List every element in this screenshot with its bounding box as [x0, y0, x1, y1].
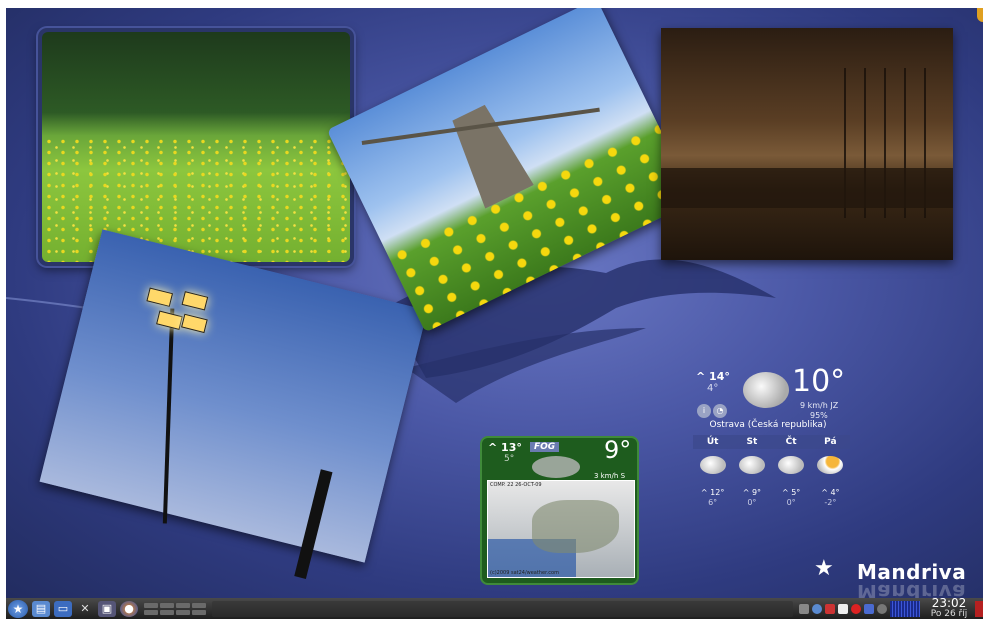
forecast-low: 6°	[708, 498, 718, 507]
weather-humidity: 95%	[810, 411, 828, 420]
clock-date: Po 26 říj	[930, 608, 968, 619]
forecast-low: 0°	[747, 498, 757, 507]
sattelite-icon[interactable]: ◔	[713, 404, 727, 418]
mandriva-star-icon: ★	[814, 556, 835, 581]
forecast-low: -2°	[824, 498, 837, 507]
cpu-monitor[interactable]	[890, 600, 920, 617]
widget2-current-temp: 9°	[604, 436, 632, 464]
volume-icon[interactable]	[799, 603, 809, 614]
rain-cloud-icon	[699, 456, 726, 474]
info-icon[interactable]: i	[697, 404, 711, 418]
widget2-condition: FOG	[530, 442, 560, 452]
forecast-day: Út	[706, 437, 719, 447]
forecast-high: ^ 4°	[821, 488, 840, 497]
forecast-high: ^ 9°	[742, 488, 762, 497]
desktop: ^ 14° 4° i ◔ 10° 9 km/h JZ 95% Ostrava (…	[6, 8, 983, 598]
forecast-day: St	[746, 437, 758, 447]
forecast-day: Čt	[785, 437, 797, 447]
cloud-icon	[738, 456, 765, 474]
weather-map-widget[interactable]: ^ 13° 5° FOG 9° 3 km/h S COMP. 22 26-OCT…	[480, 436, 639, 585]
forecast-days: Út St Čt Pá	[693, 435, 850, 449]
widget2-low: 5°	[504, 454, 515, 464]
power-icon[interactable]	[877, 603, 887, 614]
weather-low: 4°	[707, 383, 719, 394]
satellite-map[interactable]: COMP. 22 26-OCT-09 (c)2009 sat24/weather…	[487, 480, 635, 578]
alert-icon[interactable]	[851, 603, 861, 614]
weather-high: ^ 14°	[696, 370, 730, 383]
fog-icon	[532, 456, 580, 478]
network-icon[interactable]	[812, 603, 822, 614]
device-icon[interactable]	[864, 603, 874, 614]
control-center-icon[interactable]: ▣	[98, 600, 116, 617]
system-tray	[799, 600, 920, 617]
photo-harbor-ship[interactable]	[661, 28, 953, 260]
weather-wind: 9 km/h JZ	[800, 401, 839, 410]
map-credit: (c)2009 sat24/weather.com	[490, 570, 559, 576]
taskbar[interactable]	[212, 600, 793, 617]
photo-meadow	[42, 32, 350, 262]
photo-meadow-frame[interactable]	[38, 28, 354, 266]
map-caption: COMP. 22 26-OCT-09	[490, 482, 542, 488]
cashew-corner-icon[interactable]	[977, 8, 983, 22]
forecast-low: 0°	[786, 498, 796, 507]
forecast-icons	[693, 456, 850, 478]
weather-current-temp: 10°	[792, 364, 846, 399]
weather-widget[interactable]: ^ 14° 4° i ◔ 10° 9 km/h JZ 95% Ostrava (…	[688, 360, 850, 510]
virtual-desktop-pager[interactable]	[144, 602, 206, 615]
weather-location: Ostrava (Česká republika)	[709, 420, 827, 430]
sun-cloud-icon	[817, 456, 844, 474]
firefox-icon[interactable]: ●	[120, 600, 138, 617]
forecast-high: ^ 12°	[700, 488, 725, 497]
start-menu-icon[interactable]: ★	[8, 599, 28, 618]
forecast-high: ^ 5°	[781, 488, 801, 497]
cloudy-icon	[743, 372, 789, 408]
forecast-day: Pá	[824, 437, 837, 447]
widget2-wind: 3 km/h S	[594, 472, 626, 480]
clipboard-icon[interactable]	[838, 603, 848, 614]
cloud-icon	[778, 456, 805, 474]
update-icon[interactable]	[825, 603, 835, 614]
forecast-temps: ^ 12° 6° ^ 9° 0° ^ 5° 0° ^ 4° -2°	[693, 488, 850, 508]
file-manager-icon[interactable]: ▤	[32, 600, 50, 617]
system-tools-icon[interactable]: ✕	[76, 601, 94, 617]
panel-cashew-icon[interactable]	[975, 600, 983, 617]
widget2-high: ^ 13°	[488, 441, 522, 454]
bottom-panel: ★ ▤ ▭ ✕ ▣ ● 23:02 Po 26 říj	[6, 595, 983, 620]
desktop-icon[interactable]: ▭	[54, 600, 72, 617]
clock[interactable]: 23:02 Po 26 říj	[926, 595, 972, 620]
clock-time: 23:02	[931, 595, 967, 610]
